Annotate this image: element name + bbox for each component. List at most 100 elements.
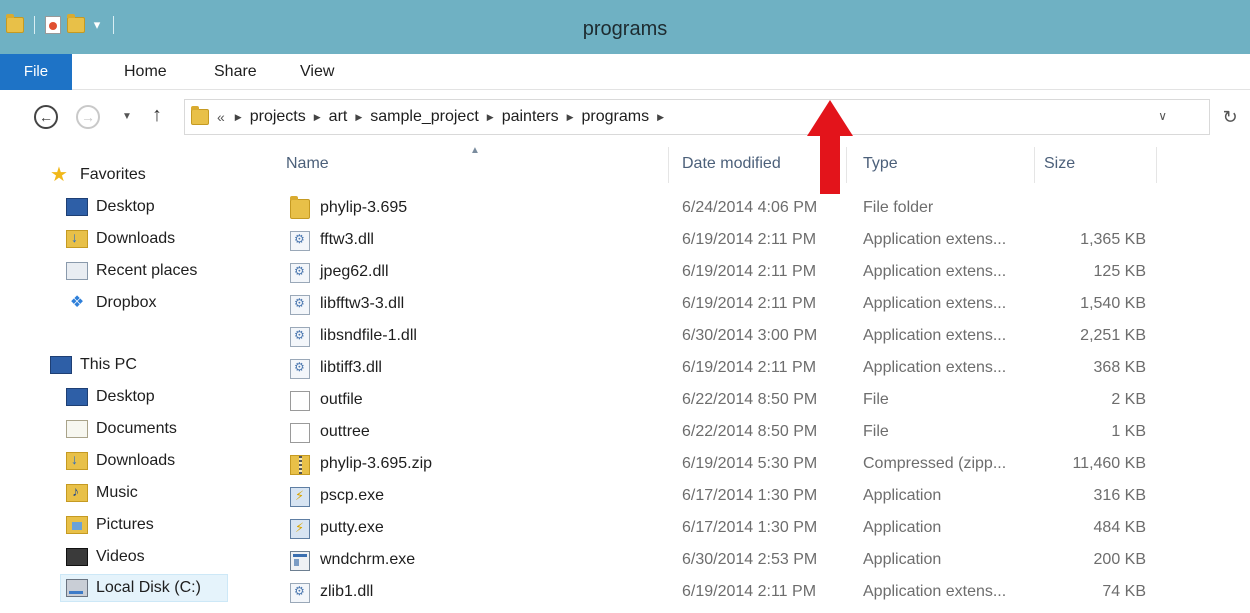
refresh-button[interactable]: ↻: [1210, 99, 1250, 135]
nav-item-label: Downloads: [96, 230, 176, 247]
nav-favorites-recent-places[interactable]: Recent places: [66, 257, 197, 285]
file-row[interactable]: outtree 6/22/2014 8:50 PM File 1 KB: [270, 416, 1170, 448]
nav-pc-music[interactable]: Music: [66, 479, 138, 507]
file-type: Application extens...: [863, 583, 1007, 600]
nav-pc-videos[interactable]: Videos: [66, 543, 145, 571]
zip-folder-icon: [290, 455, 310, 475]
file-row[interactable]: libfftw3-3.dll 6/19/2014 2:11 PM Applicati…: [270, 288, 1170, 320]
file-size: 368 KB: [1093, 359, 1146, 376]
nav-favorites-downloads[interactable]: Downloads: [66, 225, 175, 253]
file-row[interactable]: outfile 6/22/2014 8:50 PM File 2 KB: [270, 384, 1170, 416]
file-size: 316 KB: [1093, 487, 1146, 504]
file-row[interactable]: libtiff3.dll 6/19/2014 2:11 PM Application…: [270, 352, 1170, 384]
breadcrumb-separator-icon[interactable]: ▶: [235, 112, 242, 123]
file-row[interactable]: phylip-3.695.zip 6/19/2014 5:30 PM Compres…: [270, 448, 1170, 480]
navigation-pane: ★ Favorites Desktop Downloads Recent pla…: [0, 145, 262, 613]
breadcrumb-programs[interactable]: programs: [582, 108, 650, 126]
nav-favorites[interactable]: ★ Favorites: [50, 161, 146, 189]
file-date-modified: 6/17/2014 1:30 PM: [682, 519, 818, 536]
column-header-date[interactable]: Date modified: [666, 145, 846, 185]
tab-file[interactable]: File: [0, 54, 72, 90]
file-size: 2 KB: [1111, 391, 1146, 408]
recent-places-icon: [66, 262, 88, 280]
file-name: fftw3.dll: [320, 231, 374, 248]
local-disk-icon: [66, 579, 88, 597]
file-name: zlib1.dll: [320, 583, 374, 600]
refresh-icon: ↻: [1222, 106, 1238, 127]
breadcrumb-projects[interactable]: projects: [250, 108, 306, 126]
nav-pc-local-disk[interactable]: Local Disk (C:): [60, 574, 228, 602]
breadcrumb-separator-icon[interactable]: ▶: [355, 112, 362, 123]
folder-icon: [191, 106, 209, 125]
dropbox-icon: ❖: [69, 294, 85, 311]
tab-view[interactable]: View: [300, 54, 334, 90]
file-row[interactable]: putty.exe 6/17/2014 1:30 PM Application 484…: [270, 512, 1170, 544]
file-size: 74 KB: [1102, 583, 1146, 600]
file-row[interactable]: libsndfile-1.dll 6/30/2014 3:00 PM Applica…: [270, 320, 1170, 352]
file-row[interactable]: jpeg62.dll 6/19/2014 2:11 PM Application e…: [270, 256, 1170, 288]
file-type: File: [863, 391, 889, 408]
file-size: 200 KB: [1093, 551, 1146, 568]
file-type: Application extens...: [863, 231, 1007, 248]
nav-pc-desktop[interactable]: Desktop: [66, 383, 155, 411]
nav-favorites-desktop[interactable]: Desktop: [66, 193, 155, 221]
file-date-modified: 6/19/2014 2:11 PM: [682, 359, 817, 376]
file-type: Application extens...: [863, 295, 1007, 312]
file-size: 1 KB: [1111, 423, 1146, 440]
column-header-type[interactable]: Type: [847, 145, 1019, 185]
nav-this-pc[interactable]: This PC: [50, 351, 137, 379]
nav-this-pc-label: This PC: [80, 356, 137, 373]
ribbon-tabs: File Home Share View: [0, 54, 1250, 90]
column-header-size[interactable]: Size: [1028, 145, 1148, 185]
nav-item-label: Desktop: [96, 198, 155, 215]
file-row[interactable]: fftw3.dll 6/19/2014 2:11 PM Application ex…: [270, 224, 1170, 256]
star-icon: ★: [50, 164, 68, 186]
computer-icon: [50, 356, 72, 374]
column-divider[interactable]: [1156, 147, 1157, 183]
tab-home[interactable]: Home: [124, 54, 167, 90]
file-name: libtiff3.dll: [320, 359, 382, 376]
dll-file-icon: [290, 359, 310, 379]
file-size: 1,365 KB: [1080, 231, 1146, 248]
file-name: libsndfile-1.dll: [320, 327, 417, 344]
tab-share[interactable]: Share: [214, 54, 257, 90]
file-type: Application extens...: [863, 327, 1007, 344]
breadcrumb-painters[interactable]: painters: [502, 108, 559, 126]
documents-icon: [66, 420, 88, 438]
file-type: File: [863, 423, 889, 440]
file-row[interactable]: pscp.exe 6/17/2014 1:30 PM Application 316 …: [270, 480, 1170, 512]
breadcrumb-separator-icon[interactable]: ▶: [567, 112, 574, 123]
nav-pc-downloads[interactable]: Downloads: [66, 447, 175, 475]
address-bar[interactable]: « ▶ projects ▶ art ▶ sample_project ▶ pa…: [184, 99, 1210, 135]
putty-icon: [290, 519, 310, 539]
forward-button[interactable]: →: [76, 105, 100, 129]
file-type: Application: [863, 487, 942, 504]
breadcrumb-art[interactable]: art: [329, 108, 348, 126]
window-title: programs: [582, 18, 668, 40]
file-row[interactable]: zlib1.dll 6/19/2014 2:11 PM Application ex…: [270, 576, 1170, 608]
title-bar: ▾ programs: [0, 0, 1250, 54]
back-button[interactable]: ←: [34, 105, 58, 129]
putty-icon: [290, 487, 310, 507]
breadcrumb-separator-icon[interactable]: ▶: [487, 112, 494, 123]
address-overflow[interactable]: «: [217, 109, 225, 125]
column-header-name[interactable]: Name: [270, 145, 668, 185]
breadcrumb-separator-icon[interactable]: ▶: [314, 112, 321, 123]
nav-pc-pictures[interactable]: Pictures: [66, 511, 154, 539]
desktop-icon: [66, 198, 88, 216]
file-name: pscp.exe: [320, 487, 385, 504]
recent-locations-chevron-down-icon[interactable]: ▼: [122, 111, 132, 122]
nav-favorites-dropbox[interactable]: ❖ Dropbox: [66, 289, 157, 317]
breadcrumb-sample-project[interactable]: sample_project: [370, 108, 479, 126]
nav-favorites-label: Favorites: [80, 166, 146, 183]
file-size: 11,460 KB: [1072, 455, 1146, 472]
file-row[interactable]: wndchrm.exe 6/30/2014 2:53 PM Application 2…: [270, 544, 1170, 576]
nav-item-label: Music: [96, 484, 138, 501]
nav-pc-documents[interactable]: Documents: [66, 415, 177, 443]
breadcrumb-separator-icon[interactable]: ▶: [657, 112, 664, 123]
up-arrow-icon[interactable]: ↑: [152, 104, 162, 127]
navigation-bar: ← → ▼ ↑ « ▶ projects ▶ art ▶ sample_proj…: [0, 91, 1250, 145]
address-history-chevron-down-icon[interactable]: ∨: [1158, 109, 1167, 123]
file-row[interactable]: phylip-3.695 6/24/2014 4:06 PM File folder: [270, 192, 1170, 224]
downloads-icon: [66, 229, 88, 248]
